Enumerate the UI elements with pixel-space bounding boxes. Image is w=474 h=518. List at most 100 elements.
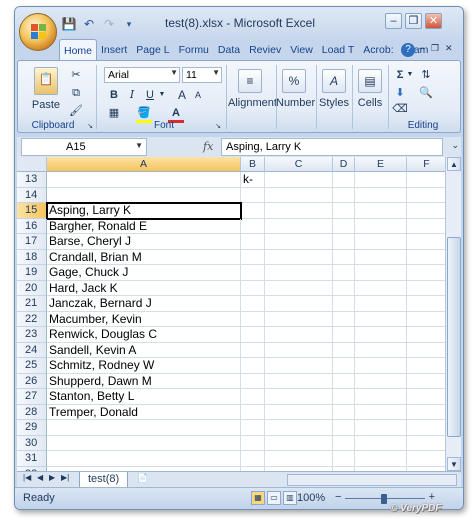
sort-filter-icon[interactable]: ⇅	[418, 67, 434, 83]
underline-dropdown-icon[interactable]: ▼	[158, 87, 166, 103]
cell-a19[interactable]: Gage, Chuck J	[47, 265, 241, 281]
cell-a26[interactable]: Shupperd, Dawn M	[47, 373, 241, 389]
last-sheet-icon[interactable]: ▶|	[61, 473, 69, 482]
tab-view[interactable]: View	[286, 39, 318, 61]
fill-icon[interactable]: ⬇	[392, 85, 408, 101]
column-header-a[interactable]: A	[47, 157, 241, 172]
tab-acrob[interactable]: Acrob:	[359, 39, 398, 61]
cell-d26[interactable]	[333, 373, 355, 389]
row-header[interactable]: 15	[17, 203, 47, 219]
cell-b29[interactable]	[241, 420, 265, 436]
row-header[interactable]: 13	[17, 172, 47, 188]
zoom-in-button[interactable]: +	[429, 491, 435, 503]
grow-font-button[interactable]: A	[174, 87, 190, 103]
row-header[interactable]: 30	[17, 435, 47, 451]
cell-d30[interactable]	[333, 435, 355, 451]
column-header-c[interactable]: C	[265, 157, 333, 172]
worksheet-grid[interactable]: A B C D E F 13 k- 14 15 Asping, Larry K 16 Bargher, …	[17, 157, 445, 471]
cell-b21[interactable]	[241, 296, 265, 312]
font-name-combo[interactable]: Arial ▼	[104, 67, 180, 83]
cell-e30[interactable]	[355, 435, 407, 451]
cell-f13[interactable]	[407, 172, 445, 188]
cell-c22[interactable]	[265, 311, 333, 327]
cell-c20[interactable]	[265, 280, 333, 296]
cell-a23[interactable]: Renwick, Douglas C	[47, 327, 241, 343]
cell-f14[interactable]	[407, 188, 445, 203]
cell-e18[interactable]	[355, 249, 407, 265]
redo-icon[interactable]: ↷	[101, 16, 117, 32]
cell-e29[interactable]	[355, 420, 407, 436]
first-sheet-icon[interactable]: |◀	[23, 473, 31, 482]
cell-c23[interactable]	[265, 327, 333, 343]
cell-a29[interactable]	[47, 420, 241, 436]
cell-e14[interactable]	[355, 187, 407, 203]
cell-a31[interactable]	[47, 451, 241, 467]
cell-e15[interactable]	[355, 203, 407, 219]
borders-icon[interactable]: ▦	[106, 105, 122, 121]
page-break-view-icon[interactable]: ▥	[283, 491, 297, 505]
cell-f21[interactable]	[407, 296, 445, 312]
cut-icon[interactable]: ✂	[68, 67, 84, 83]
normal-view-icon[interactable]: ▦	[251, 491, 265, 505]
row-header[interactable]: 23	[17, 327, 47, 343]
cell-f27[interactable]	[407, 389, 445, 405]
cell-e27[interactable]	[355, 389, 407, 405]
paste-button[interactable]: Paste	[26, 99, 66, 111]
tab-home[interactable]: Home	[59, 39, 98, 61]
cell-f19[interactable]	[407, 265, 445, 281]
cell-b19[interactable]	[241, 265, 265, 281]
cell-f31[interactable]	[407, 451, 445, 467]
cell-c16[interactable]	[265, 218, 333, 234]
cell-f23[interactable]	[407, 327, 445, 343]
cell-b18[interactable]	[241, 249, 265, 265]
cells-button[interactable]: Cells	[352, 97, 388, 109]
cell-e21[interactable]	[355, 296, 407, 312]
zoom-level[interactable]: 100%	[297, 492, 325, 504]
cell-e25[interactable]	[355, 358, 407, 374]
row-header[interactable]: 22	[17, 311, 47, 327]
sheet-tab-test8[interactable]: test(8)	[79, 472, 129, 488]
number-format-icon[interactable]: %	[282, 69, 306, 93]
cell-c15[interactable]	[265, 203, 333, 219]
cell-a13[interactable]	[47, 172, 241, 188]
format-painter-icon[interactable]: 🖌	[68, 103, 84, 119]
cell-b28[interactable]	[241, 404, 265, 420]
cell-c19[interactable]	[265, 265, 333, 281]
cell-f22[interactable]	[407, 312, 445, 327]
cell-f26[interactable]	[407, 374, 445, 389]
row-header[interactable]: 31	[17, 451, 47, 467]
cell-c13[interactable]	[265, 172, 333, 188]
cell-d21[interactable]	[333, 296, 355, 312]
row-header[interactable]: 20	[17, 280, 47, 296]
styles-button[interactable]: Styles	[316, 97, 352, 109]
cell-b14[interactable]	[241, 187, 265, 203]
cell-c30[interactable]	[265, 435, 333, 451]
cell-b22[interactable]	[241, 311, 265, 327]
row-header[interactable]: 14	[17, 187, 47, 203]
cell-b20[interactable]	[241, 280, 265, 296]
cell-c26[interactable]	[265, 373, 333, 389]
horizontal-scrollbar[interactable]	[287, 474, 457, 486]
next-sheet-icon[interactable]: ▶	[49, 473, 55, 482]
cell-c18[interactable]	[265, 249, 333, 265]
cell-e22[interactable]	[355, 311, 407, 327]
column-header-b[interactable]: B	[241, 157, 265, 172]
close-button[interactable]: ✕	[425, 13, 442, 29]
cell-a17[interactable]: Barse, Cheryl J	[47, 234, 241, 250]
cell-c28[interactable]	[265, 404, 333, 420]
cell-d28[interactable]	[333, 404, 355, 420]
cell-e24[interactable]	[355, 342, 407, 358]
cell-b31[interactable]	[241, 451, 265, 467]
cell-a21[interactable]: Janczak, Bernard J	[47, 296, 241, 312]
cell-d29[interactable]	[333, 420, 355, 436]
row-header[interactable]: 26	[17, 373, 47, 389]
cell-d27[interactable]	[333, 389, 355, 405]
expand-formula-bar-icon[interactable]: ⌄	[451, 140, 459, 151]
cell-a18[interactable]: Crandall, Brian M	[47, 249, 241, 265]
cell-e13[interactable]	[355, 172, 407, 188]
tab-reviev[interactable]: Reviev	[245, 39, 286, 61]
cell-d14[interactable]	[333, 187, 355, 203]
cell-c21[interactable]	[265, 296, 333, 312]
cell-f17[interactable]	[407, 234, 445, 250]
zoom-out-button[interactable]: −	[335, 491, 341, 503]
